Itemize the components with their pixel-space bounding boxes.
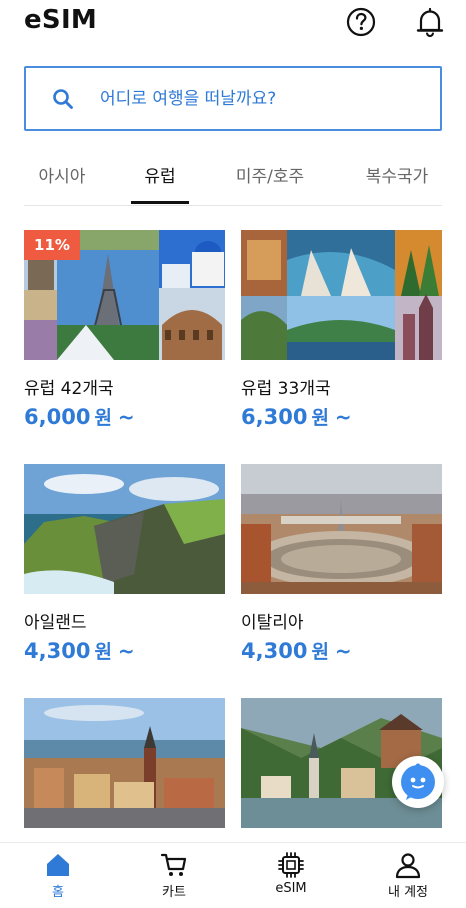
nav-label: eSIM <box>275 881 307 896</box>
chatbot-button[interactable] <box>392 756 444 808</box>
price-suffix: ~ <box>117 639 135 663</box>
product-card-europe-42[interactable]: 11% 유럽 42개국 6,000 원 ~ <box>24 230 225 430</box>
tab-europe[interactable]: 유럽 <box>131 162 189 204</box>
nav-esim[interactable]: eSIM <box>233 849 349 905</box>
tab-label: 미주/호주 <box>235 167 305 187</box>
product-price: 4,300 원 ~ <box>24 637 225 664</box>
header: eSIM <box>0 0 466 48</box>
nav-label: 내 계정 <box>387 885 428 900</box>
app-title: eSIM <box>24 5 98 35</box>
product-card-italy[interactable]: 이탈리아 4,300 원 ~ <box>241 464 442 664</box>
product-image: 11% <box>24 230 225 360</box>
region-tabs: 아시아 유럽 미주/호주 복수국가 <box>0 150 466 206</box>
notifications-button[interactable] <box>414 4 446 38</box>
search-input[interactable] <box>100 82 420 116</box>
product-price: 4,300 원 ~ <box>241 637 442 664</box>
price-amount: 4,300 <box>241 639 308 663</box>
nav-cart[interactable]: 카트 <box>116 849 232 905</box>
product-image <box>241 230 442 360</box>
home-icon <box>47 854 69 876</box>
nav-label: 카트 <box>162 885 186 900</box>
bottom-nav: 홈 카트 eSIM 내 계정 <box>0 842 466 908</box>
tab-asia[interactable]: 아시아 <box>36 162 88 202</box>
nav-home[interactable]: 홈 <box>0 849 116 905</box>
tab-label: 복수국가 <box>365 167 429 187</box>
product-image <box>241 464 442 594</box>
product-price: 6,300 원 ~ <box>241 403 442 430</box>
price-amount: 6,000 <box>24 405 91 429</box>
price-currency: 원 <box>94 641 112 663</box>
price-suffix: ~ <box>117 405 135 429</box>
cart-icon <box>160 853 187 876</box>
nav-label: 홈 <box>52 885 64 900</box>
help-circle-icon <box>346 7 376 37</box>
product-name: 유럽 33개국 <box>241 379 331 399</box>
tab-label: 유럽 <box>144 167 176 187</box>
product-name: 아일랜드 <box>24 613 87 633</box>
tab-label: 아시아 <box>38 167 86 187</box>
bell-icon <box>416 7 444 38</box>
tabs-divider <box>24 205 442 206</box>
active-tab-indicator <box>131 201 189 204</box>
price-amount: 6,300 <box>241 405 308 429</box>
app-screen: eSIM 아시아 유럽 <box>0 0 466 908</box>
chatbot-icon <box>401 763 435 800</box>
price-currency: 원 <box>311 641 329 663</box>
price-amount: 4,300 <box>24 639 91 663</box>
price-currency: 원 <box>94 407 112 429</box>
tab-americas-oceania[interactable]: 미주/호주 <box>232 162 308 202</box>
product-image <box>24 698 225 828</box>
search-icon <box>53 89 73 109</box>
price-suffix: ~ <box>334 405 352 429</box>
search-box[interactable] <box>24 66 442 131</box>
help-button[interactable] <box>345 4 377 38</box>
price-currency: 원 <box>311 407 329 429</box>
product-card-ireland[interactable]: 아일랜드 4,300 원 ~ <box>24 464 225 664</box>
product-image <box>24 464 225 594</box>
product-card-5[interactable] <box>24 698 225 828</box>
product-card-europe-33[interactable]: 유럽 33개국 6,300 원 ~ <box>241 230 442 430</box>
product-name: 이탈리아 <box>241 613 304 633</box>
product-name: 유럽 42개국 <box>24 379 114 399</box>
tab-multi-country[interactable]: 복수국가 <box>362 162 432 202</box>
product-price: 6,000 원 ~ <box>24 403 225 430</box>
discount-badge: 11% <box>24 230 80 260</box>
chip-icon <box>278 852 304 878</box>
nav-account[interactable]: 내 계정 <box>350 849 466 905</box>
price-suffix: ~ <box>334 639 352 663</box>
user-icon <box>395 853 421 879</box>
